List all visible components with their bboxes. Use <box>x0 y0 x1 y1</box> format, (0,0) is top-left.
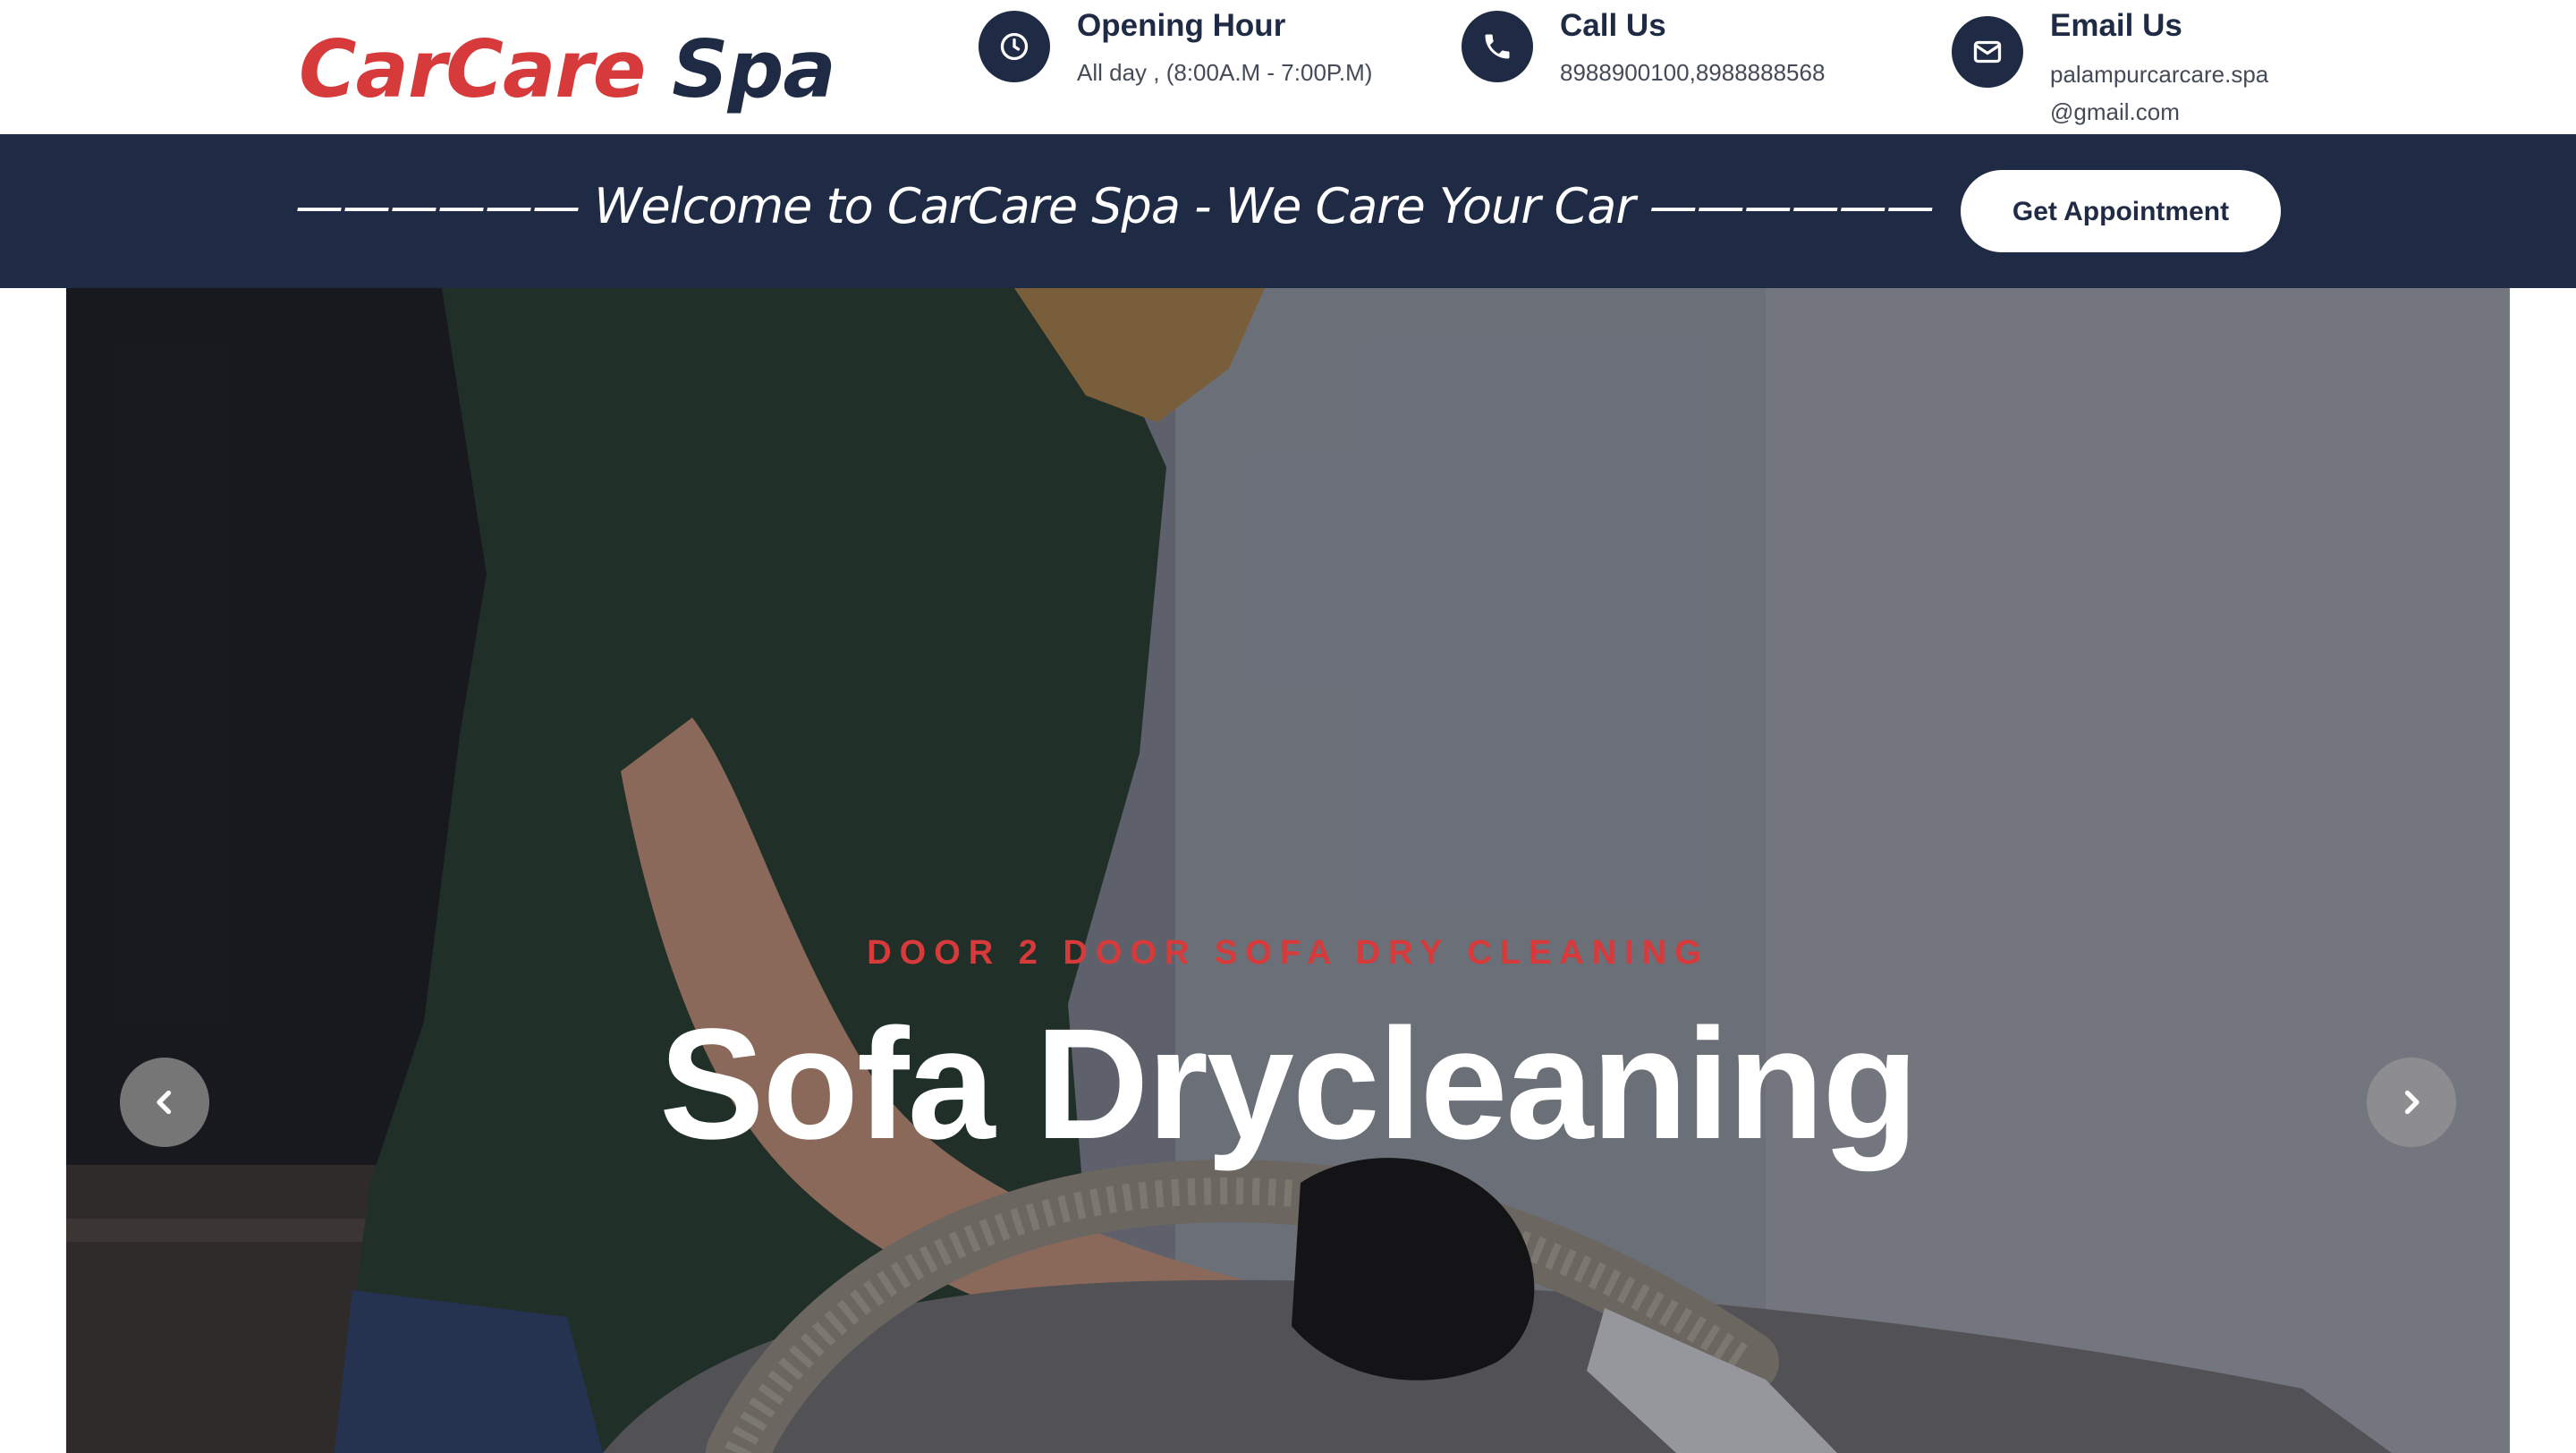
logo-text-carcare: CarCare <box>299 23 646 115</box>
hero-dark-overlay <box>66 288 2510 1453</box>
call-us-title: Call Us <box>1560 8 1666 43</box>
phone-icon <box>1462 11 1533 82</box>
top-header: CarCare Spa Opening Hour All day , (8:00… <box>0 0 2576 134</box>
opening-hour-title: Opening Hour <box>1077 8 1286 43</box>
hero-carousel: DOOR 2 DOOR SOFA DRY CLEANING Sofa Drycl… <box>66 288 2510 1453</box>
hero-title: Sofa Drycleaning <box>659 997 1919 1172</box>
clock-icon <box>979 11 1050 82</box>
email-address-line1[interactable]: palampurcarcare.spa <box>2050 55 2268 93</box>
logo-text-spa: Spa <box>672 23 836 115</box>
chevron-left-icon <box>157 1090 172 1115</box>
envelope-icon <box>1952 16 2023 88</box>
call-us-numbers[interactable]: 8988900100,8988888568 <box>1560 54 1825 91</box>
get-appointment-button[interactable]: Get Appointment <box>1961 170 2281 252</box>
welcome-band: —————— Welcome to CarCare Spa - We Care … <box>0 134 2576 288</box>
chevron-right-icon <box>2404 1090 2419 1115</box>
hero-subtitle: DOOR 2 DOOR SOFA DRY CLEANING <box>867 934 1709 972</box>
email-address-line2[interactable]: @gmail.com <box>2050 93 2180 131</box>
email-us-title: Email Us <box>2050 8 2182 43</box>
site-logo[interactable]: CarCare Spa <box>299 16 836 123</box>
opening-hour-text: All day , (8:00A.M - 7:00P.M) <box>1077 59 1373 86</box>
carousel-prev-button[interactable] <box>120 1058 209 1147</box>
carousel-next-button[interactable] <box>2367 1058 2456 1147</box>
welcome-message: —————— Welcome to CarCare Spa - We Care … <box>295 178 1935 234</box>
